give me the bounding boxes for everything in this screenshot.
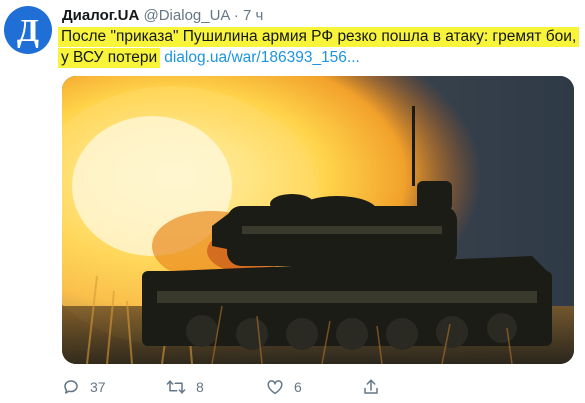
tweet-header: Диалог.UA @Dialog_UA · 7 ч	[62, 6, 263, 26]
retweet-icon	[166, 378, 186, 396]
avatar-letter: Д	[16, 12, 39, 48]
timestamp[interactable]: 7 ч	[243, 7, 263, 24]
like-count: 6	[294, 379, 302, 395]
separator-dot: ·	[233, 7, 239, 24]
tweet-actions: 37 8 6	[62, 378, 380, 396]
reply-icon	[62, 378, 80, 396]
tweet-text: После "приказа" Пушилина армия РФ резко …	[58, 26, 580, 68]
retweet-count: 8	[196, 379, 204, 395]
like-icon	[266, 378, 284, 396]
reply-button[interactable]: 37	[62, 378, 166, 396]
share-icon	[362, 378, 380, 396]
display-name[interactable]: Диалог.UA	[62, 7, 139, 24]
share-button[interactable]	[362, 378, 380, 396]
tweet[interactable]: Д Диалог.UA @Dialog_UA · 7 ч После "прик…	[0, 0, 585, 403]
tweet-link[interactable]: dialog.ua/war/186393_156...	[164, 49, 360, 66]
like-button[interactable]: 6	[266, 378, 362, 396]
user-handle[interactable]: @Dialog_UA	[144, 7, 230, 24]
retweet-button[interactable]: 8	[166, 378, 266, 396]
avatar[interactable]: Д	[4, 6, 52, 54]
reply-count: 37	[90, 379, 106, 395]
tank-photo	[62, 76, 574, 364]
tweet-image[interactable]	[62, 76, 574, 364]
